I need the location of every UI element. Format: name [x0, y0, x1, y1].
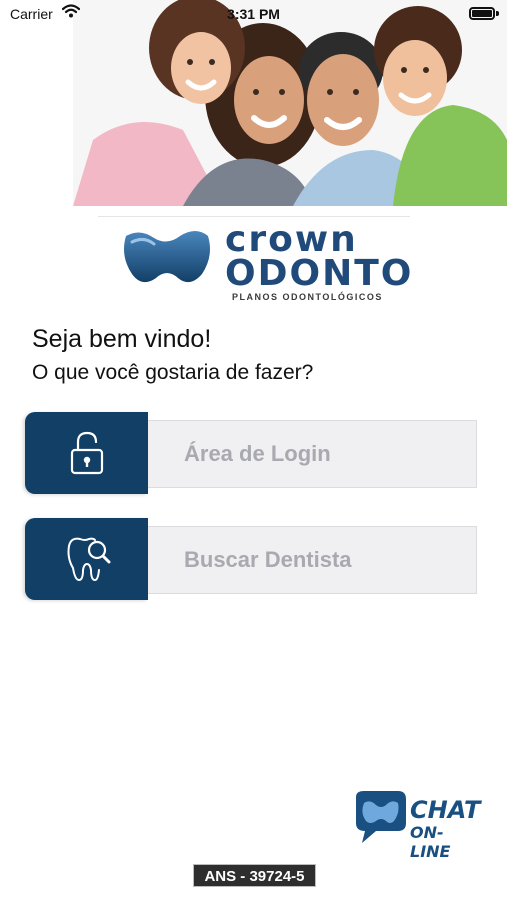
- chat-bubble-icon: [356, 791, 406, 843]
- dentist-icon-box[interactable]: [25, 518, 148, 600]
- tooth-logo-icon: [124, 231, 210, 283]
- dentist-button-label: Buscar Dentista: [184, 547, 352, 572]
- ans-registration-badge: ANS - 39724-5: [193, 864, 316, 887]
- battery-icon: [469, 7, 495, 20]
- padlock-icon: [70, 431, 103, 475]
- status-bar: Carrier 3:31 PM: [0, 0, 507, 28]
- login-area-button[interactable]: Área de Login: [22, 412, 477, 496]
- welcome-title: Seja bem vindo!: [32, 325, 212, 353]
- tooth-search-icon: [67, 537, 110, 582]
- logo-wordmark-line2: ODONTO: [225, 253, 414, 294]
- search-dentist-button[interactable]: Buscar Dentista: [22, 518, 477, 602]
- login-button-label: Área de Login: [184, 441, 331, 466]
- login-label-box[interactable]: Área de Login: [146, 420, 477, 488]
- crown-odonto-logo: crown ODONTO PLANOS ODONTOLÓGICOS: [120, 222, 411, 308]
- logo-tagline: PLANOS ODONTOLÓGICOS: [232, 292, 383, 302]
- header-divider: [98, 216, 410, 217]
- battery-cap: [496, 11, 499, 16]
- login-icon-box[interactable]: [25, 412, 148, 494]
- hero-family-photo: [73, 0, 507, 206]
- chat-online-button[interactable]: CHAT ON-LINE: [350, 787, 481, 861]
- clock-time: 3:31 PM: [227, 6, 280, 22]
- chat-label-line1: CHAT: [410, 796, 481, 824]
- dentist-label-box[interactable]: Buscar Dentista: [146, 526, 477, 594]
- welcome-question: O que você gostaria de fazer?: [32, 361, 314, 384]
- chat-label-line2: ON-LINE: [410, 823, 451, 861]
